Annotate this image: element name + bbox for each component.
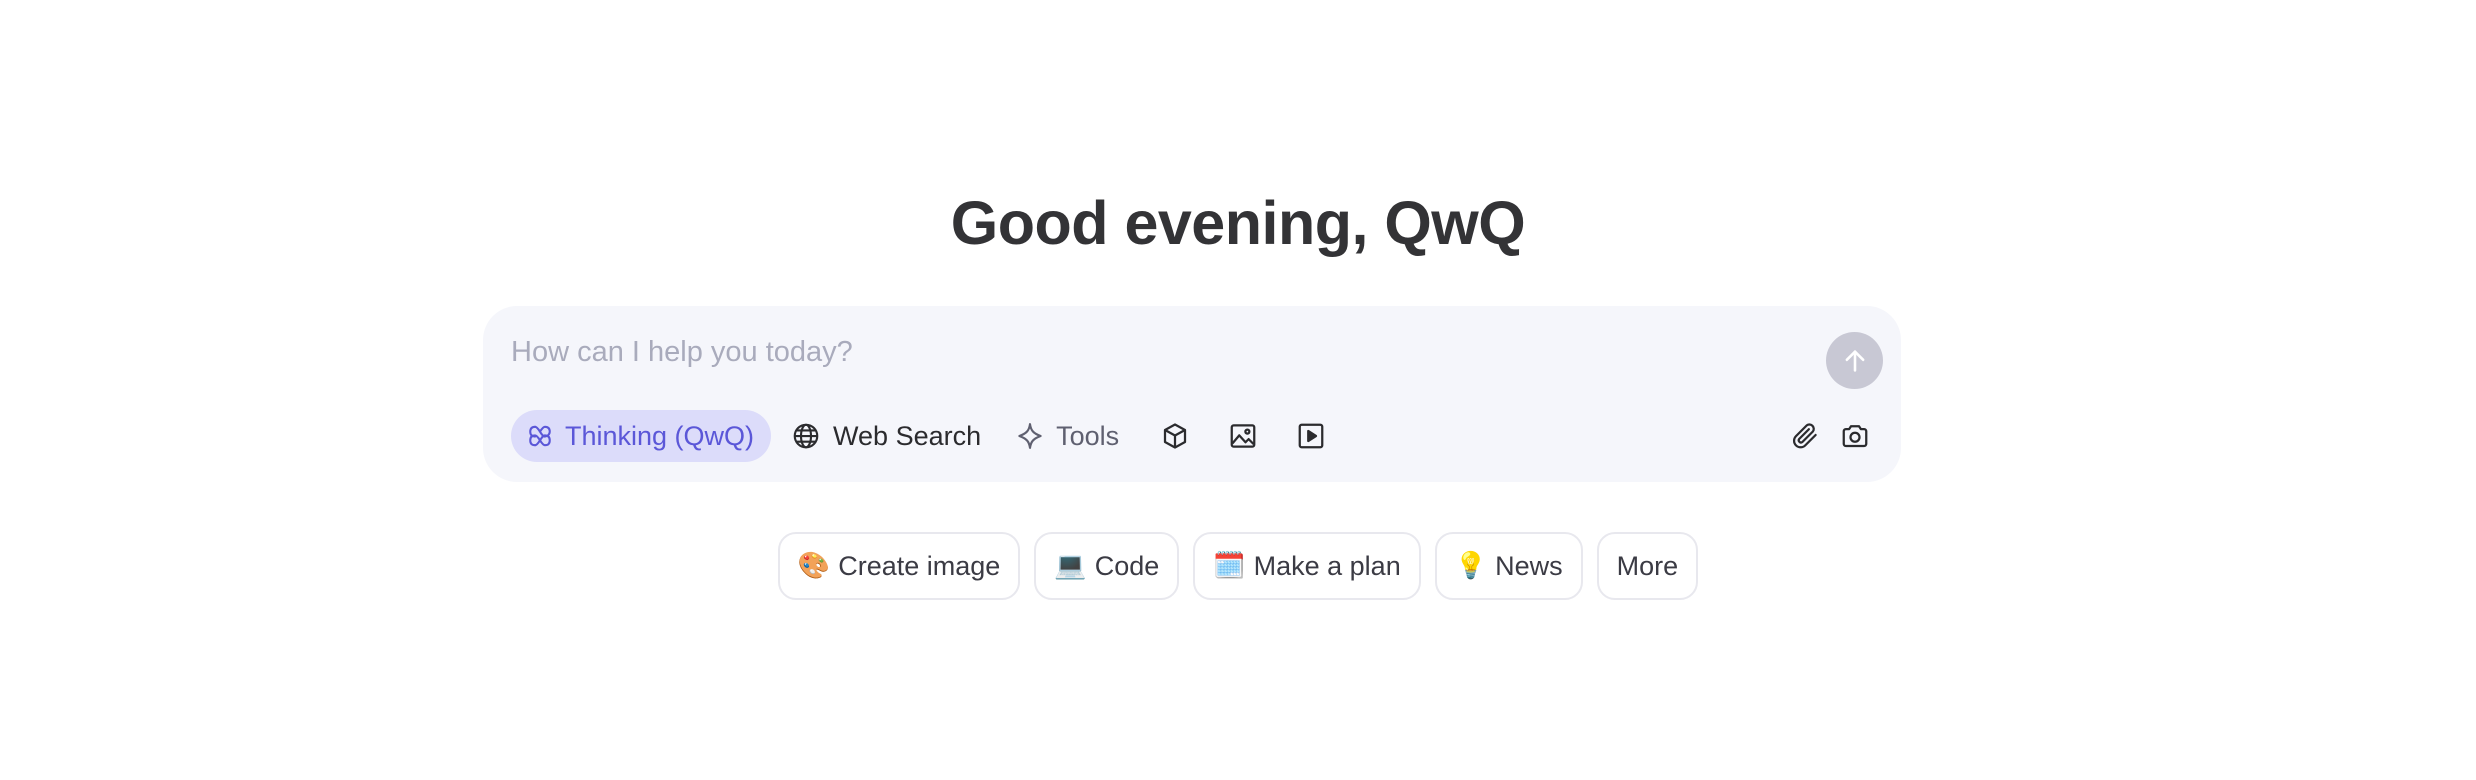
cube-icon bbox=[1164, 423, 1187, 449]
suggestion-more[interactable]: More bbox=[1596, 532, 1699, 600]
suggestion-news[interactable]: 💡 News bbox=[1434, 532, 1583, 600]
arrow-up-icon bbox=[1845, 349, 1864, 372]
tools-label: Tools bbox=[1056, 420, 1120, 451]
tools-button[interactable]: Tools bbox=[1009, 410, 1125, 462]
suggestion-label: News bbox=[1495, 550, 1563, 581]
suggestion-label: Make a plan bbox=[1253, 550, 1401, 581]
chat-composer: Thinking (QwQ) Web Search Tools bbox=[483, 306, 1901, 482]
sparkle-icon bbox=[1018, 423, 1042, 449]
thinking-toggle[interactable]: Thinking (QwQ) bbox=[511, 410, 772, 462]
thinking-label: Thinking (QwQ) bbox=[565, 420, 755, 451]
web-search-toggle[interactable]: Web Search bbox=[785, 410, 987, 462]
globe-icon bbox=[793, 423, 819, 449]
artifacts-button[interactable] bbox=[1155, 410, 1195, 462]
image-icon bbox=[1230, 424, 1256, 448]
home-page: Good evening, QwQ Thinking (QwQ) bbox=[0, 0, 2476, 780]
suggestion-label: Code bbox=[1094, 550, 1160, 581]
suggestion-create-image[interactable]: 🎨 Create image bbox=[777, 532, 1021, 600]
lightbulb-icon: 💡 bbox=[1454, 551, 1488, 581]
palette-icon: 🎨 bbox=[797, 551, 831, 581]
video-generation-button[interactable] bbox=[1291, 410, 1331, 462]
image-generation-button[interactable] bbox=[1223, 410, 1263, 462]
video-play-icon bbox=[1298, 423, 1324, 449]
message-input[interactable] bbox=[511, 336, 1761, 369]
suggestion-label: Create image bbox=[838, 550, 1001, 581]
camera-icon bbox=[1842, 425, 1868, 448]
suggestion-label: More bbox=[1616, 550, 1679, 581]
suggestion-chips: 🎨 Create image 💻 Code 🗓️ Make a plan 💡 N… bbox=[0, 532, 2476, 600]
attach-file-button[interactable] bbox=[1785, 416, 1825, 456]
web-search-label: Web Search bbox=[833, 420, 982, 451]
suggestion-make-a-plan[interactable]: 🗓️ Make a plan bbox=[1193, 532, 1421, 600]
suggestion-code[interactable]: 💻 Code bbox=[1034, 532, 1180, 600]
calendar-icon: 🗓️ bbox=[1213, 551, 1246, 581]
composer-toolbar: Thinking (QwQ) Web Search Tools bbox=[511, 410, 1331, 462]
laptop-icon: 💻 bbox=[1054, 551, 1087, 581]
atom-icon bbox=[529, 425, 551, 447]
paperclip-icon bbox=[1793, 423, 1817, 449]
greeting-title: Good evening, QwQ bbox=[950, 189, 1526, 257]
composer-attachments bbox=[1785, 416, 1875, 456]
send-button[interactable] bbox=[1826, 332, 1883, 389]
camera-button[interactable] bbox=[1835, 416, 1875, 456]
